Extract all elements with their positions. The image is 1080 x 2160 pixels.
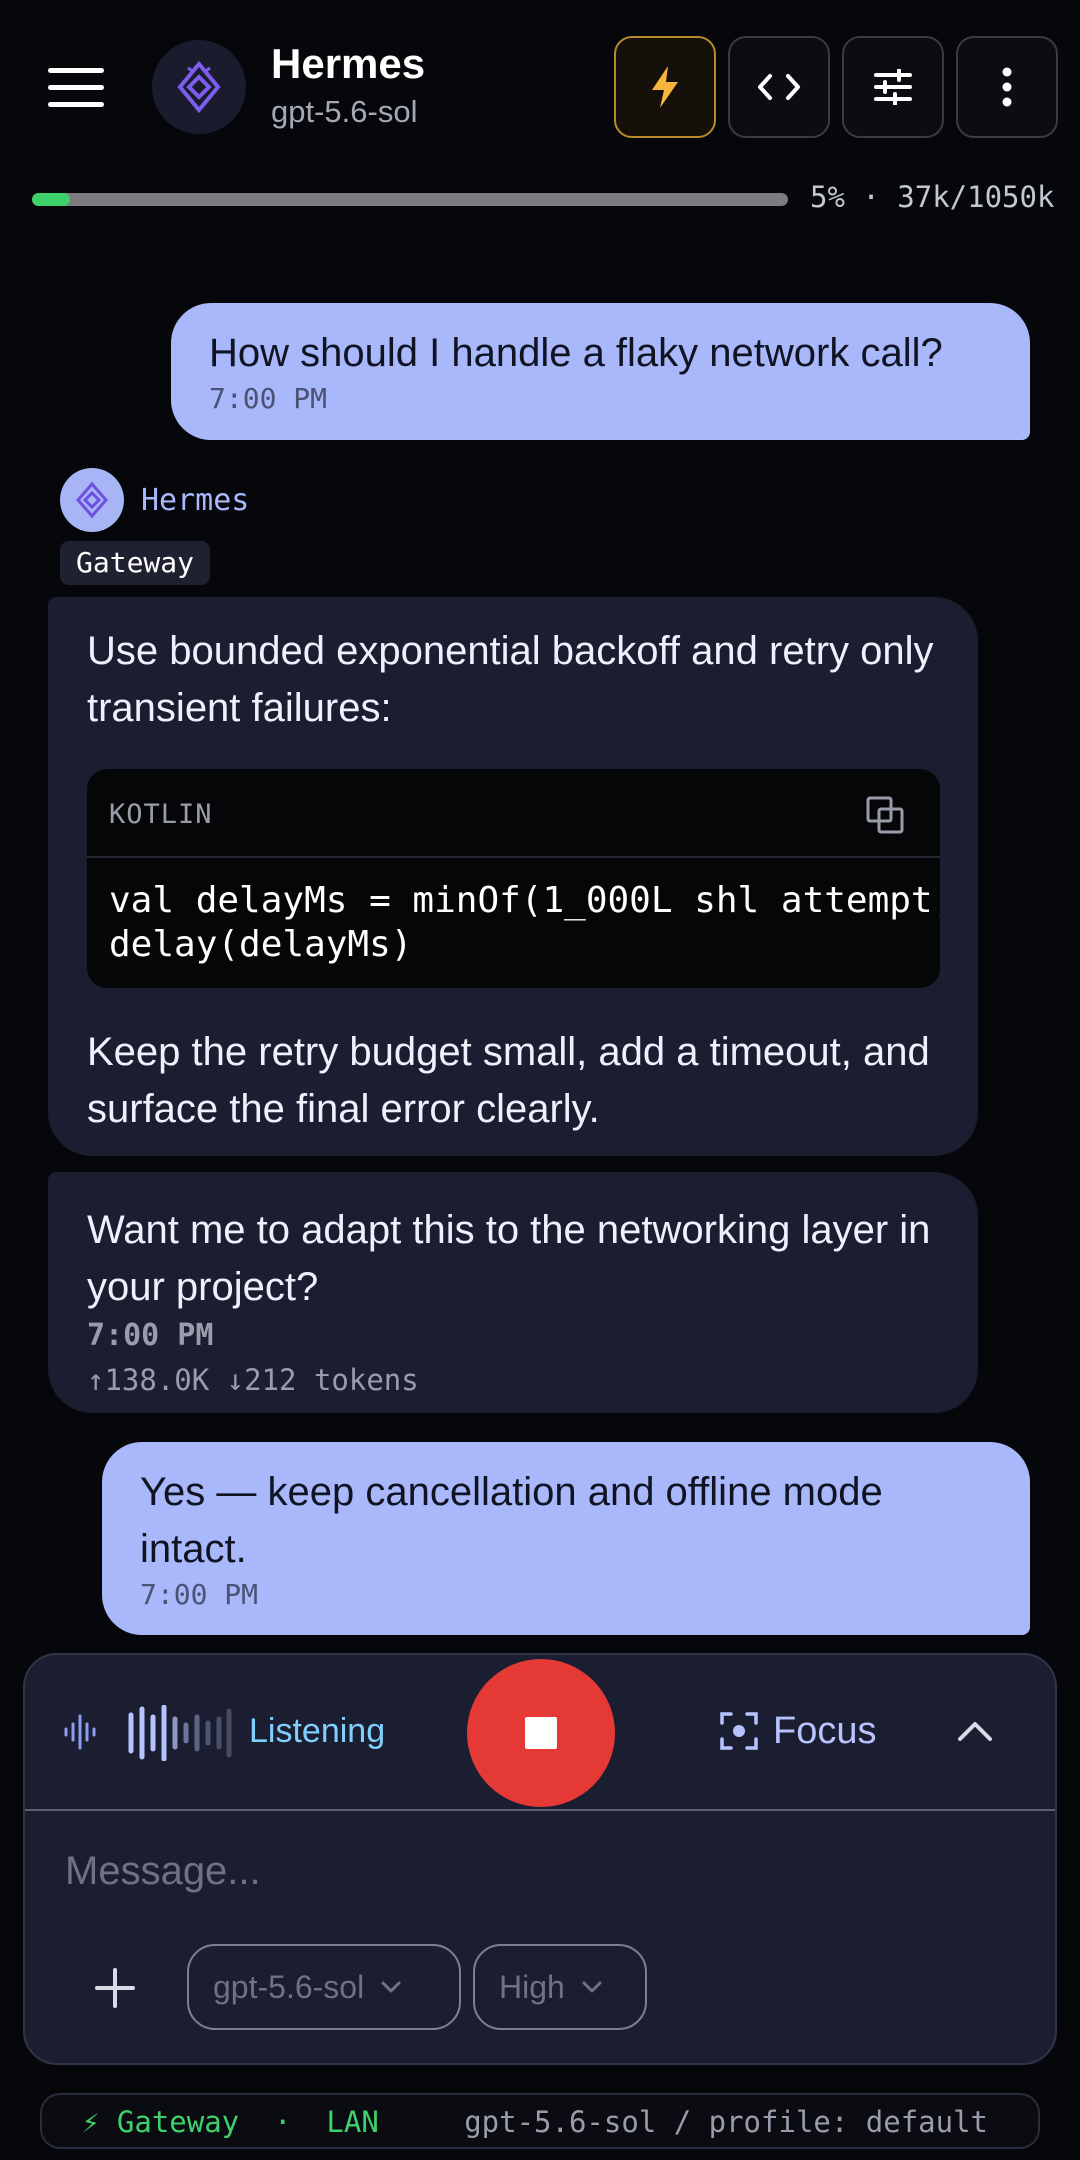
token-usage: ↑138.0K ↓212 tokens (87, 1363, 419, 1397)
focus-button[interactable]: Focus (719, 1701, 876, 1761)
collapse-button[interactable] (947, 1703, 1003, 1759)
copy-code-button[interactable] (865, 795, 905, 835)
context-usage-fill (32, 193, 70, 206)
code-line: val delayMs = minOf(1_000L shl attempt, … (109, 880, 940, 921)
chevron-up-icon (958, 1722, 992, 1741)
assistant-intro-text: Use bounded exponential backoff and retr… (87, 629, 934, 730)
focus-icon (720, 1712, 758, 1750)
assistant-name: Hermes (141, 483, 250, 518)
sliders-icon (874, 69, 912, 105)
hermes-logo-icon (76, 481, 108, 519)
message-text: Want me to adapt this to the networking … (87, 1208, 931, 1309)
message-time: 7:00 PM (140, 1578, 259, 1611)
code-divider (87, 856, 940, 858)
chevron-down-icon (582, 1981, 602, 1993)
hermes-logo-icon (177, 60, 221, 114)
voice-icon (64, 1714, 96, 1750)
focus-label: Focus (773, 1709, 877, 1752)
assistant-avatar (60, 468, 124, 532)
context-usage-bar (32, 193, 788, 206)
settings-button[interactable] (842, 36, 944, 138)
user-message: Yes — keep cancellation and offline mode… (102, 1442, 1030, 1635)
stop-recording-button[interactable] (467, 1659, 615, 1807)
profile-status: gpt-5.6-sol / profile: default (464, 2105, 988, 2139)
connection-status-bar: ⚡ Gateway · LAN gpt-5.6-sol / profile: d… (40, 2093, 1040, 2149)
model-name: gpt-5.6-sol (271, 94, 418, 129)
listening-status: Listening (249, 1712, 386, 1750)
more-vertical-icon (1002, 67, 1012, 107)
page-title: Hermes (271, 40, 426, 87)
user-message: How should I handle a flaky network call… (171, 303, 1030, 440)
context-usage-label: 5% · 37k/1050k (810, 180, 1055, 214)
code-block: KOTLIN val delayMs = minOf(1_000L shl at… (87, 769, 940, 988)
code-icon (758, 74, 800, 100)
plus-icon (95, 1968, 135, 2008)
attach-button[interactable] (85, 1958, 145, 2018)
menu-icon (48, 68, 104, 73)
effort-select[interactable]: High (473, 1944, 647, 2030)
effort-select-value: High (499, 1968, 565, 2005)
agent-avatar (152, 40, 246, 134)
model-select-value: gpt-5.6-sol (213, 1968, 365, 2005)
message-text: Yes — keep cancellation and offline mode… (140, 1470, 883, 1571)
stop-icon (525, 1717, 557, 1749)
chevron-down-icon (381, 1981, 401, 1993)
code-content: val delayMs = minOf(1_000L shl attempt, … (109, 879, 940, 967)
model-select[interactable]: gpt-5.6-sol (187, 1944, 461, 2030)
message-time: 7:00 PM (87, 1318, 214, 1353)
message-time: 7:00 PM (209, 382, 328, 415)
more-button[interactable] (956, 36, 1058, 138)
code-button[interactable] (728, 36, 830, 138)
code-language-label: KOTLIN (109, 799, 213, 830)
message-text: How should I handle a flaky network call… (209, 331, 943, 375)
composer-divider (25, 1809, 1055, 1811)
connection-status: ⚡ Gateway · LAN (82, 2105, 379, 2139)
bolt-icon (652, 66, 678, 108)
message-input[interactable] (65, 1835, 1015, 1907)
composer: Listening Focus gpt-5.6-sol High (23, 1653, 1057, 2065)
code-line: delay(delayMs) (109, 924, 413, 965)
menu-button[interactable] (48, 68, 104, 108)
audio-level-meter (128, 1705, 232, 1761)
assistant-message: Want me to adapt this to the networking … (48, 1172, 978, 1413)
copy-icon (866, 796, 904, 834)
channel-badge: Gateway (60, 541, 211, 585)
assistant-outro-text: Keep the retry budget small, add a timeo… (87, 1030, 930, 1131)
quick-action-button[interactable] (614, 36, 716, 138)
